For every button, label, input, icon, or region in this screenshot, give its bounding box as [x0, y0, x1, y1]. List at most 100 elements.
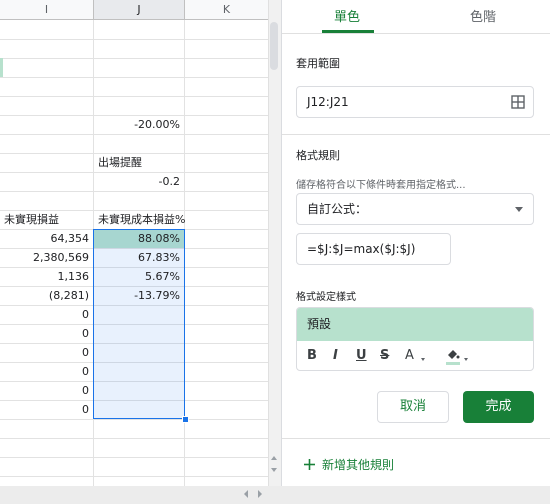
underline-button[interactable]: U	[356, 348, 367, 363]
table-cell[interactable]	[185, 173, 268, 191]
table-cell[interactable]: 0	[0, 363, 93, 381]
table-cell[interactable]: 出場提醒	[94, 154, 184, 172]
table-cell[interactable]: -20.00%	[94, 116, 184, 134]
table-cell[interactable]	[94, 439, 184, 457]
table-cell[interactable]: -13.79%	[94, 287, 184, 305]
table-cell[interactable]: 64,354	[0, 230, 93, 248]
table-cell[interactable]	[185, 40, 268, 58]
table-cell[interactable]	[185, 268, 268, 286]
plus-icon[interactable]	[304, 459, 315, 470]
strikethrough-button[interactable]: S	[380, 348, 389, 363]
table-cell[interactable]	[0, 40, 93, 58]
scroll-down-icon[interactable]	[271, 468, 277, 472]
column-header-j[interactable]: J	[94, 0, 185, 20]
table-cell[interactable]	[94, 344, 184, 362]
table-cell[interactable]	[94, 192, 184, 210]
table-cell[interactable]	[185, 116, 268, 134]
table-cell[interactable]	[0, 192, 93, 210]
table-cell[interactable]: 1,136	[0, 268, 93, 286]
table-cell[interactable]: 0	[0, 306, 93, 324]
table-cell[interactable]	[185, 344, 268, 362]
table-cell[interactable]	[0, 78, 93, 96]
scrollbar-thumb[interactable]	[270, 22, 278, 70]
table-cell[interactable]: -0.2	[94, 173, 184, 191]
scroll-left-icon[interactable]	[244, 490, 248, 498]
table-cell[interactable]: 未實現損益	[0, 211, 93, 229]
table-cell[interactable]	[94, 325, 184, 343]
table-cell[interactable]	[94, 97, 184, 115]
table-cell[interactable]	[94, 135, 184, 153]
table-cell[interactable]	[94, 306, 184, 324]
text-color-button[interactable]: A	[405, 348, 414, 363]
table-cell[interactable]	[94, 40, 184, 58]
add-rule-link[interactable]: 新增其他規則	[322, 456, 394, 473]
table-cell[interactable]: 5.67%	[94, 268, 184, 286]
done-button[interactable]: 完成	[463, 391, 534, 423]
table-cell[interactable]	[185, 325, 268, 343]
scroll-up-icon[interactable]	[271, 456, 277, 460]
bold-button[interactable]: B	[307, 348, 317, 363]
table-cell[interactable]	[185, 458, 268, 476]
table-cell[interactable]	[185, 211, 268, 229]
tab-color-scale[interactable]: 色階	[470, 6, 496, 25]
table-cell[interactable]	[185, 439, 268, 457]
table-cell[interactable]	[185, 230, 268, 248]
fill-color-icon[interactable]	[445, 347, 461, 365]
text-color-dropdown-icon[interactable]	[421, 358, 425, 361]
table-cell[interactable]: 0	[0, 344, 93, 362]
formula-input[interactable]: =$J:$J=max($J:$J)	[296, 233, 451, 265]
table-cell[interactable]	[94, 382, 184, 400]
table-cell[interactable]	[94, 59, 184, 77]
table-cell[interactable]	[0, 116, 93, 134]
range-input[interactable]: J12:J21	[296, 86, 534, 118]
table-cell[interactable]	[185, 78, 268, 96]
table-cell[interactable]: 0	[0, 382, 93, 400]
table-cell[interactable]: 88.08%	[94, 230, 184, 248]
column-header-i[interactable]: I	[0, 0, 94, 20]
table-cell[interactable]	[185, 59, 268, 77]
table-cell[interactable]: 0	[0, 325, 93, 343]
table-cell[interactable]	[185, 192, 268, 210]
style-preview[interactable]: 預設	[297, 308, 533, 341]
table-cell[interactable]	[185, 382, 268, 400]
vertical-scrollbar[interactable]	[268, 0, 281, 486]
table-cell[interactable]	[185, 21, 268, 39]
grid-select-icon[interactable]	[511, 95, 525, 109]
table-cell[interactable]: (8,281)	[0, 287, 93, 305]
table-cell[interactable]	[185, 135, 268, 153]
condition-dropdown[interactable]: 自訂公式：	[296, 193, 534, 225]
table-cell[interactable]	[0, 173, 93, 191]
table-cell[interactable]	[94, 78, 184, 96]
format-style-box[interactable]: 預設 B I U S A	[296, 307, 534, 371]
table-cell[interactable]	[94, 401, 184, 419]
spreadsheet-grid[interactable]: I J K -20.00% 出場提醒 -0.2 未實現損益 未實現成本損益% 64,354…	[0, 0, 268, 486]
table-cell[interactable]	[185, 306, 268, 324]
table-cell[interactable]	[185, 154, 268, 172]
table-cell[interactable]	[0, 458, 93, 476]
horizontal-scrollbar[interactable]	[0, 486, 550, 504]
table-cell[interactable]	[0, 439, 93, 457]
column-header-k[interactable]: K	[185, 0, 268, 20]
table-cell[interactable]	[185, 97, 268, 115]
table-cell[interactable]	[185, 420, 268, 438]
table-cell[interactable]	[94, 363, 184, 381]
table-cell[interactable]	[0, 135, 93, 153]
scroll-arrows[interactable]	[268, 452, 281, 486]
tab-single-color[interactable]: 單色	[334, 6, 360, 25]
table-cell[interactable]	[94, 21, 184, 39]
table-cell[interactable]: 67.83%	[94, 249, 184, 267]
scroll-right-icon[interactable]	[258, 490, 262, 498]
cancel-button[interactable]: 取消	[377, 391, 449, 423]
table-cell[interactable]: 0	[0, 401, 93, 419]
table-cell[interactable]	[0, 59, 93, 77]
table-cell[interactable]	[185, 363, 268, 381]
table-cell[interactable]	[185, 249, 268, 267]
table-cell[interactable]	[185, 287, 268, 305]
table-cell[interactable]: 未實現成本損益%	[94, 211, 185, 229]
table-cell[interactable]: 2,380,569	[0, 249, 93, 267]
table-cell[interactable]	[0, 420, 93, 438]
table-cell[interactable]	[94, 420, 184, 438]
table-cell[interactable]	[0, 154, 93, 172]
table-cell[interactable]	[94, 458, 184, 476]
table-cell[interactable]	[0, 97, 93, 115]
